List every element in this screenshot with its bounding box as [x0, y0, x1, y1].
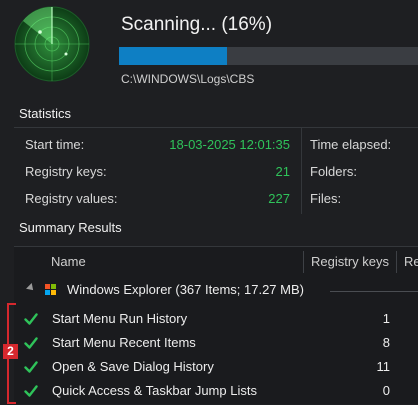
item-name: Quick Access & Taskbar Jump Lists	[52, 383, 257, 398]
folders-label: Folders:	[310, 164, 357, 179]
item-name: Start Menu Recent Items	[52, 335, 196, 350]
list-item[interactable]: Quick Access & Taskbar Jump Lists 0	[14, 381, 418, 405]
item-name: Start Menu Run History	[52, 311, 188, 326]
item-registry-keys: 0	[382, 383, 390, 398]
column-header-registry-keys[interactable]: Registry keys	[311, 247, 389, 276]
registry-keys-label: Registry keys:	[25, 164, 107, 179]
current-scan-path: C:\WINDOWS\Logs\CBS	[121, 72, 255, 86]
group-divider-line	[330, 291, 418, 292]
summary-results-table: Name Registry keys Re Windows Explorer (…	[14, 246, 418, 404]
registry-values-label: Registry values:	[25, 191, 118, 206]
start-time-value: 18-03-2025 12:01:35	[169, 137, 290, 152]
registry-values-value: 227	[268, 191, 290, 206]
list-item[interactable]: Start Menu Recent Items 8	[14, 333, 418, 357]
list-item[interactable]: Start Menu Run History 1	[14, 309, 418, 333]
group-label: Windows Explorer (367 Items; 17.27 MB)	[67, 282, 304, 297]
statistics-heading: Statistics	[19, 106, 72, 121]
checkmark-icon	[24, 361, 38, 373]
list-item[interactable]: Open & Save Dialog History 11	[14, 357, 418, 381]
files-label: Files:	[310, 191, 342, 206]
statistics-panel: Start time: 18-03-2025 12:01:35 Registry…	[14, 127, 418, 214]
registry-keys-value: 21	[275, 164, 290, 179]
summary-results-heading: Summary Results	[19, 220, 122, 235]
collapse-arrow-icon[interactable]	[26, 283, 36, 293]
scan-progress-bar	[119, 47, 418, 65]
item-registry-keys: 11	[376, 359, 391, 374]
group-row-windows-explorer[interactable]: Windows Explorer (367 Items; 17.27 MB)	[14, 280, 418, 300]
radar-scan-icon	[14, 6, 90, 82]
checkmark-icon	[24, 385, 38, 397]
checkmark-icon	[24, 337, 38, 349]
item-registry-keys: 1	[382, 311, 390, 326]
time-elapsed-label: Time elapsed:	[310, 137, 392, 152]
windows-logo-icon	[45, 284, 57, 296]
column-separator[interactable]	[396, 251, 397, 273]
column-separator[interactable]	[303, 251, 304, 273]
column-header-registry-values[interactable]: Re	[404, 247, 418, 276]
start-time-label: Start time:	[25, 137, 85, 152]
annotation-badge: 2	[3, 344, 18, 359]
scan-progress-fill	[119, 47, 227, 65]
item-registry-keys: 8	[382, 335, 390, 350]
scan-status-title: Scanning... (16%)	[121, 14, 273, 35]
checkmark-icon	[24, 313, 38, 325]
statistics-divider	[301, 128, 302, 214]
column-header-name[interactable]: Name	[51, 247, 86, 276]
item-name: Open & Save Dialog History	[52, 359, 214, 374]
